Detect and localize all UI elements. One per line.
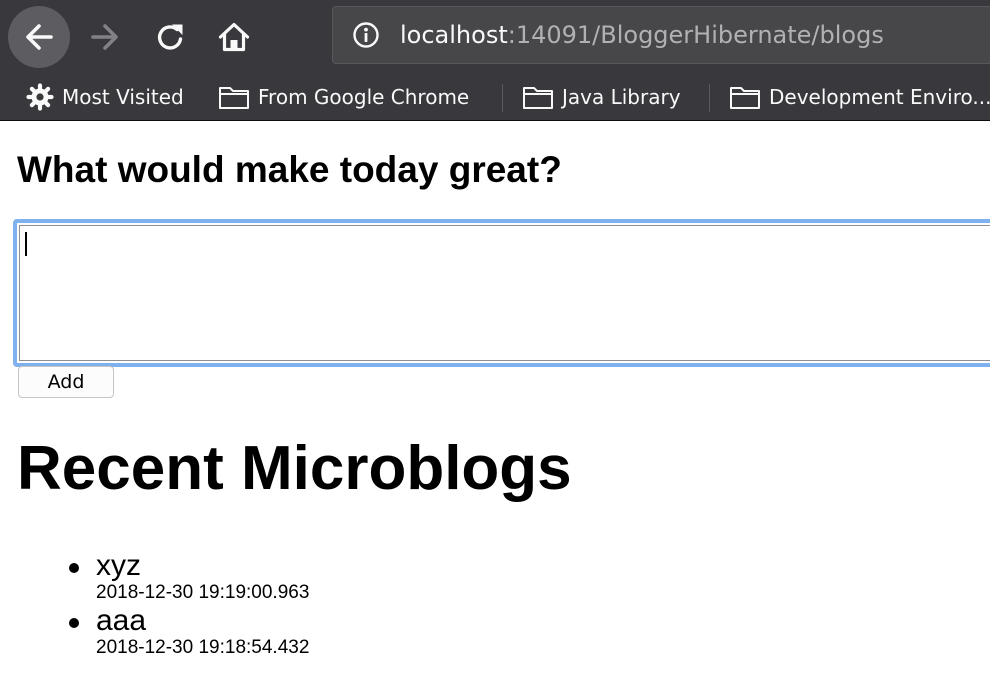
back-arrow-icon [26,24,53,50]
bookmark-most-visited[interactable]: Most Visited [26,82,184,112]
blog-timestamp: 2018-12-30 19:19:00.963 [96,582,310,603]
page-prompt-heading: What would make today great? [17,149,562,190]
bookmark-label: From Google Chrome [258,85,470,109]
microblog-textarea[interactable] [13,219,990,367]
textarea-inner[interactable] [19,225,990,361]
browser-toolbar: localhost:14091/BloggerHibernate/blogs [0,0,990,76]
reload-button[interactable] [140,6,202,68]
text-caret [25,232,27,256]
blog-text: aaa [96,604,147,637]
blog-timestamp: 2018-12-30 19:18:54.432 [96,637,310,658]
folder-icon [523,87,553,109]
bullet-icon [69,618,79,628]
url-text: localhost:14091/BloggerHibernate/blogs [400,21,884,49]
home-icon [218,22,250,52]
folder-icon [219,87,249,109]
url-host: localhost [400,21,508,49]
bookmark-label: Most Visited [62,85,184,109]
bookmark-label: Development Enviro... [769,85,990,109]
gear-icon [26,83,54,111]
bookmark-folder-java-library[interactable]: Java Library [522,82,681,112]
bookmark-label: Java Library [562,85,681,109]
forward-button[interactable] [74,6,136,68]
reload-icon [157,24,183,50]
home-button[interactable] [203,6,265,68]
bookmark-folder-development-environment[interactable]: Development Enviro... [729,82,990,112]
back-button[interactable] [8,6,70,68]
recent-microblogs-heading: Recent Microblogs [17,434,572,503]
blog-text: xyz [96,549,141,582]
bookmark-separator [709,84,710,112]
bookmark-separator [502,84,503,112]
url-path: :14091/BloggerHibernate/blogs [507,21,884,49]
add-button[interactable]: Add [18,366,114,398]
bookmark-folder-from-google-chrome[interactable]: From Google Chrome [218,82,469,112]
bookmarks-toolbar: Most Visited From Google Chrome Java Lib… [0,76,990,121]
info-icon[interactable] [352,21,380,49]
bullet-icon [69,563,79,573]
forward-arrow-icon [91,24,118,50]
url-bar[interactable]: localhost:14091/BloggerHibernate/blogs [332,6,990,64]
folder-icon [730,87,760,109]
